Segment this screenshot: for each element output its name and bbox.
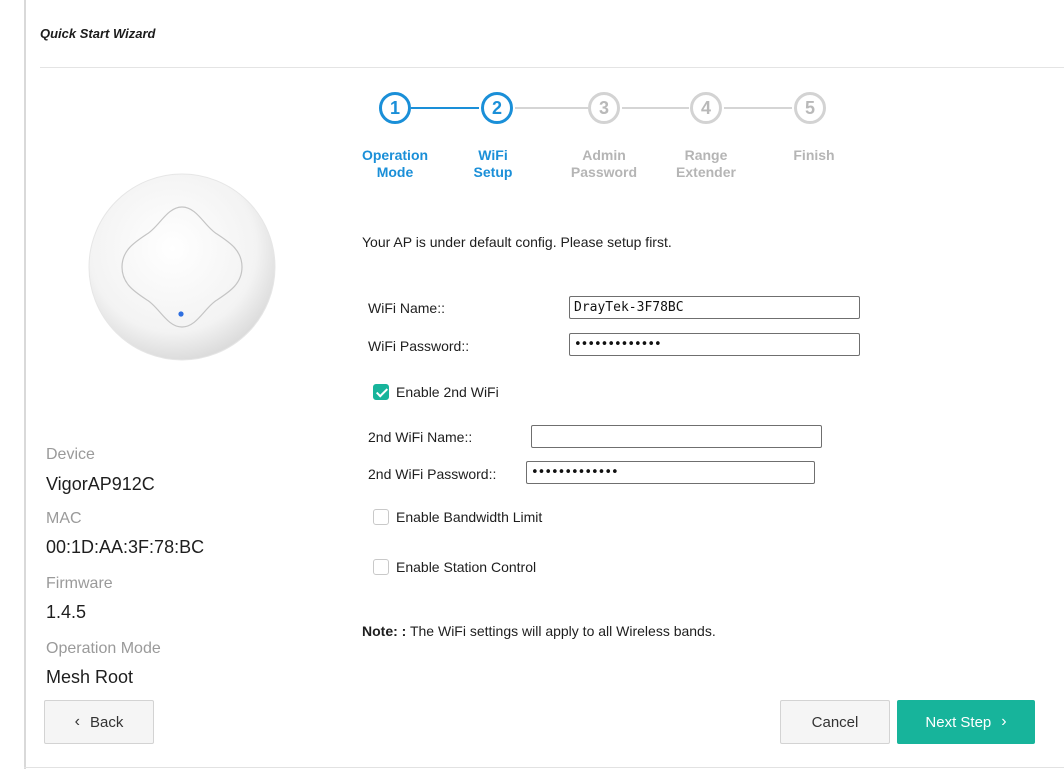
note-text: The WiFi settings will apply to all Wire… [406,623,716,639]
checkmark-icon[interactable] [373,384,389,400]
wifi2-name-input[interactable] [531,425,822,448]
chevron-left-icon: ‹ [74,713,80,730]
wifi-name-input[interactable] [569,296,860,319]
operation-mode-label: Operation Mode [46,640,161,657]
step-1-circle: 1 [379,92,411,124]
step-2-label: WiFi Setup [473,147,513,180]
enable-bandwidth-limit-label: Enable Bandwidth Limit [396,509,543,525]
checkbox-box[interactable] [373,509,389,525]
cancel-button[interactable]: Cancel [780,700,890,744]
next-step-button-label: Next Step [925,713,992,731]
note-prefix: Note: : [362,623,407,639]
firmware-label: Firmware [46,575,113,592]
step-3-circle: 3 [588,92,620,124]
step-5-circle: 5 [794,92,826,124]
step-4-label: Range Extender [676,147,736,180]
bottom-border [24,767,1064,768]
step-connector-4-5 [724,107,792,109]
step-5-label: Finish [793,147,835,163]
wifi-password-input[interactable] [569,333,860,356]
intro-text: Your AP is under default config. Please … [362,234,672,250]
device-label: Device [46,446,95,463]
enable-station-control-label: Enable Station Control [396,559,537,575]
mac-value: 00:1D:AA:3F:78:BC [46,537,205,557]
step-1-label: Operation Mode [361,147,429,180]
wifi2-password-input[interactable] [526,461,815,484]
enable-2nd-wifi-checkbox[interactable]: Enable 2nd WiFi [373,384,499,400]
left-border [24,0,26,769]
enable-station-control-checkbox[interactable]: Enable Station Control [373,559,536,575]
header-divider [40,67,1064,68]
firmware-value: 1.4.5 [46,602,87,622]
wifi2-name-label: 2nd WiFi Name:: [368,429,473,445]
step-connector-2-3 [515,107,588,109]
cancel-button-label: Cancel [811,713,859,731]
back-button-label: Back [89,713,124,731]
next-step-button[interactable]: Next Step › [897,700,1035,744]
checkbox-box[interactable] [373,559,389,575]
wizard-title: Quick Start Wizard [40,26,156,41]
enable-bandwidth-limit-checkbox[interactable]: Enable Bandwidth Limit [373,509,542,525]
device-value: VigorAP912C [46,474,155,494]
chevron-right-icon: › [1001,713,1007,730]
back-button[interactable]: ‹ Back [44,700,154,744]
step-3-label: Admin Password [570,147,638,180]
mac-label: MAC [46,510,82,527]
enable-2nd-wifi-label: Enable 2nd WiFi [396,384,499,400]
wifi-name-label: WiFi Name:: [368,300,445,316]
step-4-circle: 4 [690,92,722,124]
step-2-circle: 2 [481,92,513,124]
operation-mode-value: Mesh Root [46,667,134,687]
step-connector-1-2 [411,107,479,109]
wifi-password-label: WiFi Password:: [368,338,470,354]
access-point-image [88,173,276,361]
wifi-note: Note: : The WiFi settings will apply to … [362,623,716,639]
step-connector-3-4 [622,107,689,109]
wifi2-password-label: 2nd WiFi Password:: [368,466,497,482]
